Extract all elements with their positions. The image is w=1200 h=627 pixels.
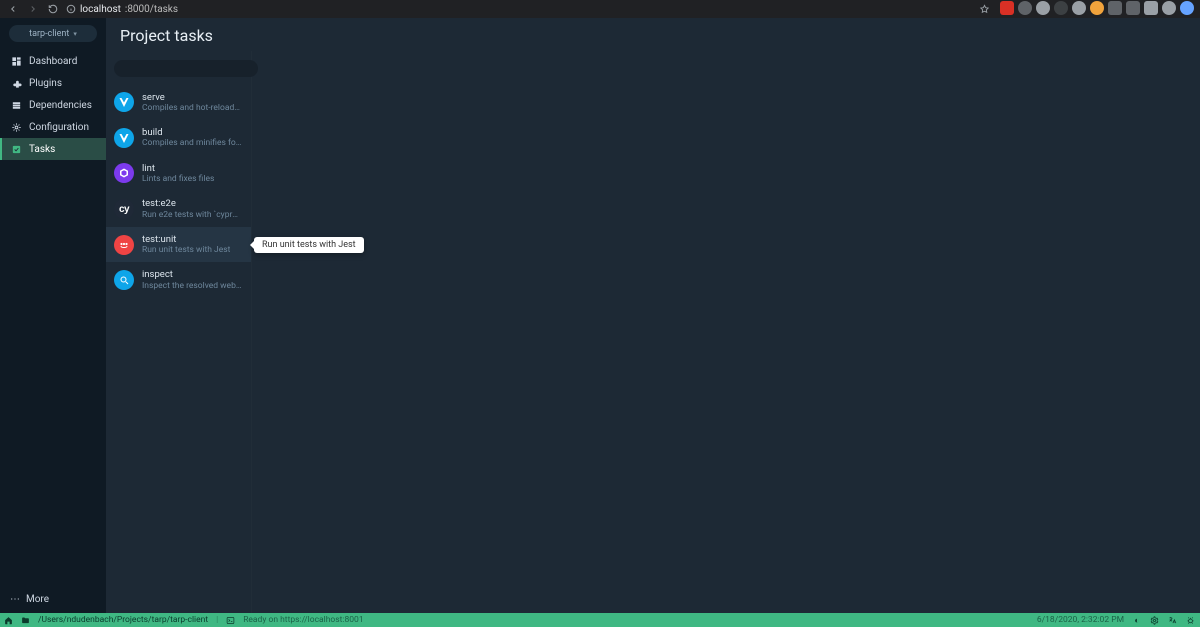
sidebar-item-label: Dashboard [29,56,77,67]
task-item[interactable]: inspectInspect the resolved webp… [106,262,251,298]
task-desc: Lints and fixes files [142,174,214,184]
more-button[interactable]: ⋯ More [10,594,96,605]
config-icon [10,121,22,133]
task-title: serve [142,92,242,103]
status-ready: Ready on https://localhost:8001 [243,615,363,625]
star-icon[interactable] [979,4,990,15]
extension-icon[interactable] [1126,1,1140,15]
task-item[interactable]: lintLints and fixes files [106,156,251,192]
eslint-icon [114,163,134,183]
sidebar: tarp-client ▾ Dashboard Plugins Dependenci… [0,18,106,613]
extension-icon[interactable] [1180,1,1194,15]
search-input[interactable] [114,60,258,77]
project-name: tarp-client [29,29,69,39]
status-path: /Users/ndudenbach/Projects/tarp/tarp-cli… [38,615,208,625]
more-label: More [26,594,49,605]
extension-icon[interactable] [1108,1,1122,15]
extension-icon[interactable] [1054,1,1068,15]
vue-icon [114,92,134,112]
reload-button[interactable] [46,2,60,16]
cy-icon: cy [114,199,134,219]
gear-icon[interactable] [1150,616,1160,625]
forward-button[interactable] [26,2,40,16]
task-detail [252,51,1200,613]
extension-icon[interactable] [1072,1,1086,15]
task-item[interactable]: test:unitRun unit tests with JestRun uni… [106,227,251,263]
task-title: test:e2e [142,198,242,209]
task-title: inspect [142,269,242,280]
extension-icon[interactable] [1162,1,1176,15]
chevron-down-icon: ▾ [73,30,77,38]
sidebar-nav: Dashboard Plugins Dependencies Configuratio… [0,50,106,160]
sidebar-item-dependencies[interactable]: Dependencies [0,94,106,116]
task-item[interactable]: serveCompiles and hot-reloads f… [106,85,251,121]
sidebar-item-tasks[interactable]: Tasks [0,138,106,160]
task-desc: Run unit tests with Jest [142,245,230,255]
task-list: serveCompiles and hot-reloads f…buildCom… [106,85,251,298]
task-desc: Run e2e tests with `cypress… [142,210,242,220]
task-title: build [142,127,242,138]
task-desc: Inspect the resolved webp… [142,281,242,291]
tasks-icon [10,143,22,155]
jest-icon [114,235,134,255]
back-button[interactable] [6,2,20,16]
status-time: 6/18/2020, 2:32:02 PM [1037,615,1124,625]
sidebar-item-label: Tasks [29,144,55,155]
page-title: Project tasks [106,18,1200,51]
extension-icon[interactable] [1036,1,1050,15]
extension-icon[interactable] [1018,1,1032,15]
browser-bar: localhost :8000/tasks [0,0,1200,18]
site-info-icon [66,4,76,14]
status-divider: | [216,615,218,625]
task-item[interactable]: cy test:e2eRun e2e tests with `cypress… [106,191,251,227]
extension-icon[interactable] [1090,1,1104,15]
project-selector[interactable]: tarp-client ▾ [9,25,97,42]
address-bar[interactable]: localhost :8000/tasks [66,4,178,15]
plugin-icon [10,77,22,89]
contrast-icon[interactable]: ◐ [1132,615,1142,626]
tooltip: Run unit tests with Jest [254,237,364,253]
terminal-icon[interactable] [226,616,235,625]
sidebar-item-dashboard[interactable]: Dashboard [0,50,106,72]
more-icon: ⋯ [10,594,20,605]
extension-icon[interactable] [1144,1,1158,15]
status-bar: /Users/ndudenbach/Projects/tarp/tarp-cli… [0,613,1200,627]
task-desc: Compiles and minifies for … [142,138,242,148]
task-title: test:unit [142,234,230,245]
content: Project tasks serveCompiles and hot-relo… [106,18,1200,613]
inspect-icon [114,270,134,290]
deps-icon [10,99,22,111]
bug-icon[interactable] [1186,616,1196,625]
sidebar-item-label: Dependencies [29,100,92,111]
extension-icon[interactable] [1000,1,1014,15]
task-title: lint [142,163,214,174]
home-icon[interactable] [4,616,13,625]
url-host: localhost [80,4,121,15]
folder-icon[interactable] [21,616,30,625]
sidebar-item-configuration[interactable]: Configuration [0,116,106,138]
sidebar-item-label: Plugins [29,78,62,89]
sidebar-item-plugins[interactable]: Plugins [0,72,106,94]
url-path: :8000/tasks [125,4,178,15]
task-item[interactable]: buildCompiles and minifies for … [106,120,251,156]
translate-icon[interactable] [1168,616,1178,625]
vue-icon [114,128,134,148]
dashboard-icon [10,55,22,67]
sidebar-item-label: Configuration [29,122,89,133]
task-panel: serveCompiles and hot-reloads f…buildCom… [106,51,252,613]
task-desc: Compiles and hot-reloads f… [142,103,242,113]
